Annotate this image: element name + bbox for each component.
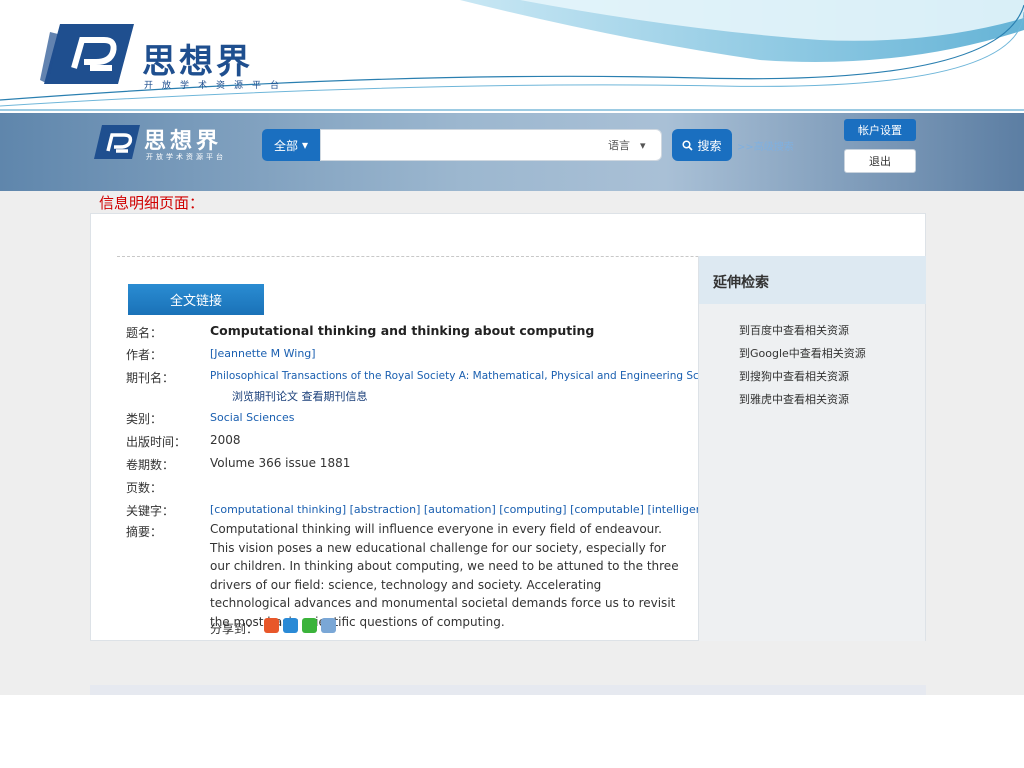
field-label-title: 题名：: [126, 326, 163, 340]
abstract-text: Computational thinking will influence ev…: [210, 522, 679, 629]
weibo-share-icon[interactable]: [264, 618, 279, 633]
logout-button[interactable]: 退出: [844, 149, 916, 173]
keyword-links[interactable]: [computational thinking] [abstraction] […: [210, 503, 720, 516]
sidebar-link-yahoo[interactable]: 到雅虎中查看相关资源: [739, 391, 849, 407]
field-label-keywords: 关键字：: [126, 504, 175, 518]
sidebar-header: 延伸检索: [699, 256, 926, 304]
site-logo-name: 思想界: [144, 129, 223, 154]
search-scope-label: 全部: [273, 138, 298, 153]
sidebar-title: 延伸检索: [713, 275, 769, 291]
site-logo-subtitle: 开放学术资源平台: [146, 153, 226, 161]
page-footer-strip: [90, 685, 926, 695]
search-button[interactable]: 搜索: [672, 129, 732, 161]
sidebar-link-baidu[interactable]: 到百度中查看相关资源: [739, 322, 849, 338]
share-label: 分享到：: [210, 622, 259, 636]
account-settings-button[interactable]: 帐户设置: [844, 119, 916, 141]
slide-annotation: 信息明细页面：: [99, 194, 205, 212]
volume-issue: Volume 366 issue 1881: [210, 456, 351, 470]
field-label-author: 作者：: [126, 348, 163, 362]
brand-logo: 思想界 开放学术资源平台: [38, 24, 279, 94]
publication-year: 2008: [210, 433, 241, 447]
sidebar-link-google[interactable]: 到Google中查看相关资源: [739, 345, 866, 361]
caret-down-icon: ▾: [301, 138, 309, 152]
fulltext-link-button[interactable]: 全文链接: [128, 284, 264, 315]
record-title: Computational thinking and thinking abou…: [210, 323, 595, 338]
brand-subtitle: 开放学术资源平台: [144, 81, 289, 91]
search-scope-dropdown[interactable]: 全部 ▾: [262, 129, 320, 161]
sidebar-link-sogou[interactable]: 到搜狗中查看相关资源: [739, 368, 849, 384]
field-label-pages: 页数：: [126, 481, 163, 495]
field-label-volume: 卷期数：: [126, 458, 175, 472]
field-label-category: 类别：: [126, 412, 163, 426]
advanced-search-link[interactable]: >>高级搜索: [737, 138, 794, 153]
slide-banner: 思想界 开放学术资源平台: [0, 0, 1024, 113]
wechat-share-icon[interactable]: [302, 618, 317, 633]
more-share-icon[interactable]: [321, 618, 336, 633]
field-label-pubdate: 出版时间：: [126, 435, 187, 449]
record-detail-panel: 全文链接 题名： Computational thinking and thin…: [90, 213, 926, 641]
language-select[interactable]: 语言 ▾: [608, 137, 646, 153]
site-logo[interactable]: 思想界 开放学术资源平台: [90, 121, 250, 171]
website-screenshot: 思想界 开放学术资源平台 全部 ▾ 语言 ▾ 搜索 >>高级搜索 帐户设置 退出…: [0, 113, 1024, 695]
field-label-abstract: 摘要：: [126, 525, 163, 539]
slide: 思想界 开放学术资源平台 思想界 开放学术资源平台 全部 ▾ 语言 ▾ 搜索 >…: [0, 0, 1024, 768]
extended-search-sidebar: 延伸检索 到百度中查看相关资源 到Google中查看相关资源 到搜狗中查看相关资…: [698, 256, 926, 641]
search-icon: [682, 139, 694, 151]
site-logo-icon: [94, 125, 140, 159]
journal-link[interactable]: Philosophical Transactions of the Royal …: [210, 370, 733, 382]
journal-actions-links[interactable]: 浏览期刊论文 查看期刊信息: [232, 388, 368, 404]
qzone-share-icon[interactable]: [283, 618, 298, 633]
category-link[interactable]: Social Sciences: [210, 411, 294, 424]
brand-name: 思想界: [142, 42, 253, 82]
caret-down-icon: ▾: [640, 138, 646, 152]
author-link[interactable]: [Jeannette M Wing]: [210, 347, 316, 360]
field-label-journal: 期刊名：: [126, 371, 175, 385]
top-navbar: 思想界 开放学术资源平台 全部 ▾ 语言 ▾ 搜索 >>高级搜索 帐户设置 退出: [0, 113, 1024, 191]
brand-logo-icon: [40, 24, 134, 84]
search-button-label: 搜索: [697, 138, 722, 153]
language-label: 语言: [608, 139, 630, 152]
